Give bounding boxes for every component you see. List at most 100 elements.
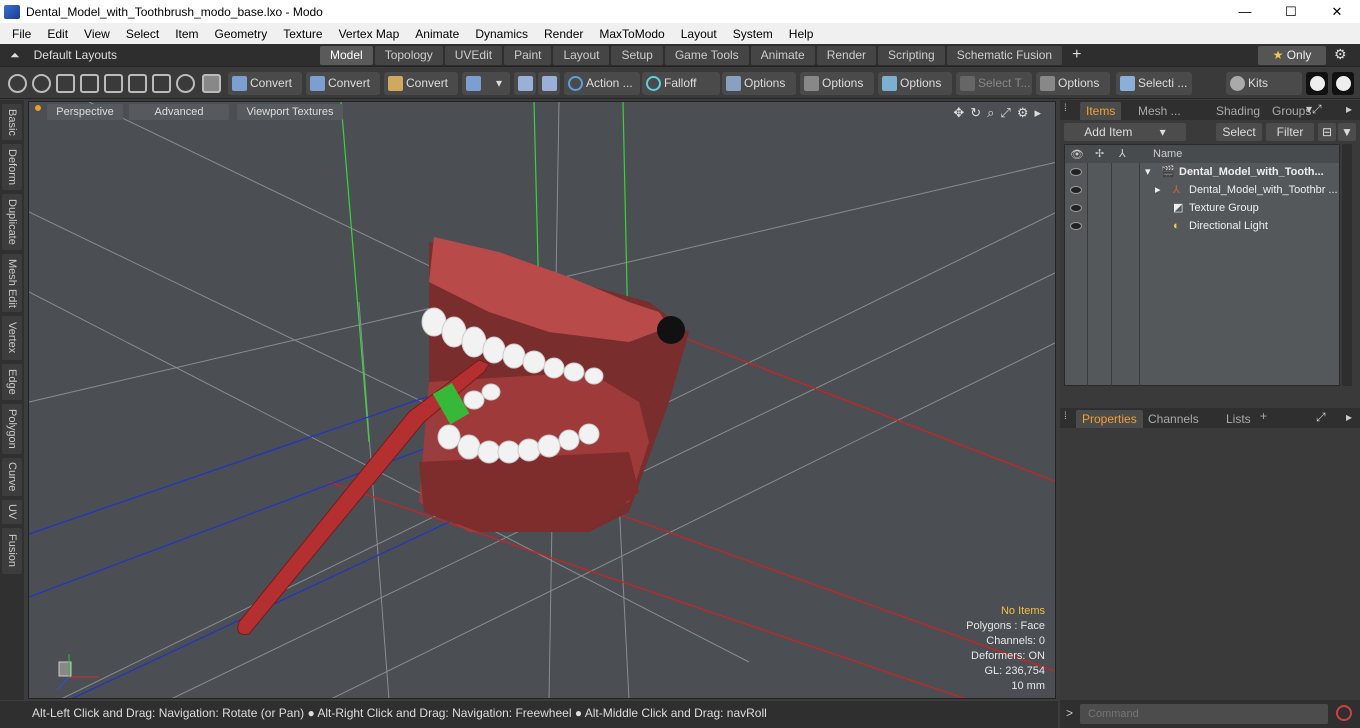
collapse-all-icon[interactable]: ⊟ (1318, 123, 1336, 141)
tab-animate[interactable]: Animate (750, 45, 815, 65)
tab-topology[interactable]: Topology (374, 45, 443, 65)
list-item[interactable]: ◩ Texture Group (1065, 199, 1339, 217)
eye-icon[interactable] (1070, 186, 1082, 194)
menu-layout[interactable]: Layout (673, 27, 725, 41)
tab-uv[interactable]: UV (2, 500, 22, 524)
tab-layout[interactable]: Layout (553, 45, 610, 65)
select-through-button[interactable]: Select T... (956, 72, 1032, 95)
eye-icon[interactable] (1070, 222, 1082, 230)
add-tab-icon[interactable]: + (1260, 409, 1267, 423)
tab-curve[interactable]: Curve (2, 458, 22, 496)
vertex-mode-icon[interactable] (8, 74, 27, 93)
tab-model[interactable]: Model (320, 45, 373, 65)
tab-items[interactable]: Items (1080, 102, 1122, 120)
unity-button[interactable] (1306, 72, 1328, 95)
convert-button-3[interactable]: Convert (384, 72, 458, 95)
menu-dynamics[interactable]: Dynamics (467, 27, 536, 41)
convert-button-1[interactable]: Convert (228, 72, 302, 95)
material-mode-icon[interactable] (152, 74, 171, 93)
tab-mesh[interactable]: Mesh ... (1132, 102, 1187, 120)
tab-polygon[interactable]: Polygon (2, 404, 22, 454)
selection-button[interactable]: Selecti ... (1116, 72, 1192, 95)
tab-game-tools[interactable]: Game Tools (664, 45, 749, 65)
options-button-4[interactable]: Options (1036, 72, 1110, 95)
panel-menu-icon[interactable]: ▸ (1346, 410, 1352, 424)
menu-texture[interactable]: Texture (275, 27, 330, 41)
pivot-mode-icon[interactable] (176, 74, 195, 93)
falloff-button[interactable]: Falloff (642, 72, 720, 95)
maximize-icon[interactable]: ⤢ (1000, 105, 1010, 121)
tab-mesh-edit[interactable]: Mesh Edit (2, 254, 22, 312)
menu-render[interactable]: Render (536, 27, 591, 41)
perspective-button[interactable]: Perspective (47, 104, 123, 120)
pen-icon[interactable] (56, 74, 75, 93)
menu-file[interactable]: File (4, 27, 39, 41)
options-button-1[interactable]: Options (722, 72, 796, 95)
action-center-button[interactable]: Action ... (564, 72, 640, 95)
pan-icon[interactable]: ✥ (953, 105, 964, 121)
viewport-gear-icon[interactable]: ⚙ (1017, 105, 1029, 121)
panel-collapse-icon[interactable]: ⁞ (1064, 411, 1067, 422)
panel-collapse-icon[interactable]: ⁞ (1064, 103, 1067, 114)
menu-help[interactable]: Help (781, 27, 822, 41)
tab-vertex[interactable]: Vertex (2, 316, 22, 360)
tab-edge[interactable]: Edge (2, 364, 22, 400)
tab-schematic-fusion[interactable]: Schematic Fusion (946, 45, 1063, 65)
minimize-button[interactable]: — (1222, 4, 1268, 19)
expand-icon[interactable]: ▾ (1145, 163, 1151, 181)
layouts-dropdown[interactable]: ⏶ Default Layouts (0, 48, 320, 63)
edge-mode-icon[interactable] (80, 74, 99, 93)
tab-fusion[interactable]: Fusion (2, 528, 22, 574)
item-mode-icon[interactable] (128, 74, 147, 93)
name-column-header[interactable]: Name (1153, 148, 1182, 160)
menu-maxtomodo[interactable]: MaxToModo (591, 27, 672, 41)
convert-button-2[interactable]: Convert (306, 72, 380, 95)
tab-paint[interactable]: Paint (504, 45, 552, 65)
tab-shading[interactable]: Shading (1210, 102, 1266, 120)
tab-properties[interactable]: Properties (1076, 410, 1143, 428)
panel-menu-icon[interactable]: ▸ (1346, 102, 1352, 116)
tab-uvedit[interactable]: UVEdit (444, 45, 503, 65)
unreal-button[interactable] (1332, 72, 1354, 95)
options-button-3[interactable]: Options (878, 72, 952, 95)
tab-scripting[interactable]: Scripting (878, 45, 945, 65)
eye-icon[interactable] (1070, 168, 1082, 176)
gear-icon[interactable]: ⚙ (1334, 46, 1347, 63)
viewport-textures-button[interactable]: Viewport Textures (237, 104, 343, 120)
tab-lists[interactable]: Lists (1220, 410, 1257, 428)
snapping-dropdown[interactable]: ▾ (462, 72, 510, 95)
zoom-icon[interactable]: ⌕ (987, 105, 994, 121)
panel-options-icon[interactable]: ▾⤢ (1306, 102, 1322, 117)
expand-icon[interactable]: ▸ (1155, 181, 1161, 199)
tab-render[interactable]: Render (816, 45, 877, 65)
symmetry-button[interactable] (514, 72, 536, 95)
viewport-menu-icon[interactable]: ▸ (1034, 105, 1041, 121)
workplane-button[interactable] (538, 72, 560, 95)
menu-view[interactable]: View (76, 27, 118, 41)
menu-system[interactable]: System (725, 27, 781, 41)
eye-icon[interactable] (1070, 204, 1082, 212)
items-scrollbar[interactable] (1342, 144, 1352, 386)
menu-item[interactable]: Item (167, 27, 206, 41)
menu-select[interactable]: Select (118, 27, 167, 41)
tab-channels[interactable]: Channels (1142, 410, 1205, 428)
list-item[interactable]: ▾ 🎬 Dental_Model_with_Tooth... (1065, 163, 1339, 181)
advanced-button[interactable]: Advanced (129, 104, 229, 120)
tab-duplicate[interactable]: Duplicate (2, 194, 22, 250)
add-tab-button[interactable]: + (1064, 46, 1089, 64)
globe-icon[interactable] (32, 74, 51, 93)
tab-setup[interactable]: Setup (611, 45, 663, 65)
menu-animate[interactable]: Animate (407, 27, 467, 41)
record-icon[interactable] (1336, 705, 1352, 721)
cube-icon[interactable] (202, 74, 221, 93)
list-item[interactable]: ◐ Directional Light (1065, 217, 1339, 235)
options-button-2[interactable]: Options (800, 72, 874, 95)
visibility-column-icon[interactable]: 👁 (1070, 148, 1084, 161)
list-item[interactable]: ▸ ⅄ Dental_Model_with_Toothbr ... (1065, 181, 1339, 199)
command-input[interactable] (1080, 704, 1328, 724)
funnel-icon[interactable]: ▼ (1338, 123, 1356, 141)
lock-column-icon[interactable]: ✢ (1095, 147, 1104, 160)
layouts-collapse-icon[interactable]: ⏶ (10, 48, 20, 63)
viewport-scene[interactable] (29, 102, 1056, 699)
type-column-icon[interactable]: ⅄ (1119, 147, 1126, 160)
